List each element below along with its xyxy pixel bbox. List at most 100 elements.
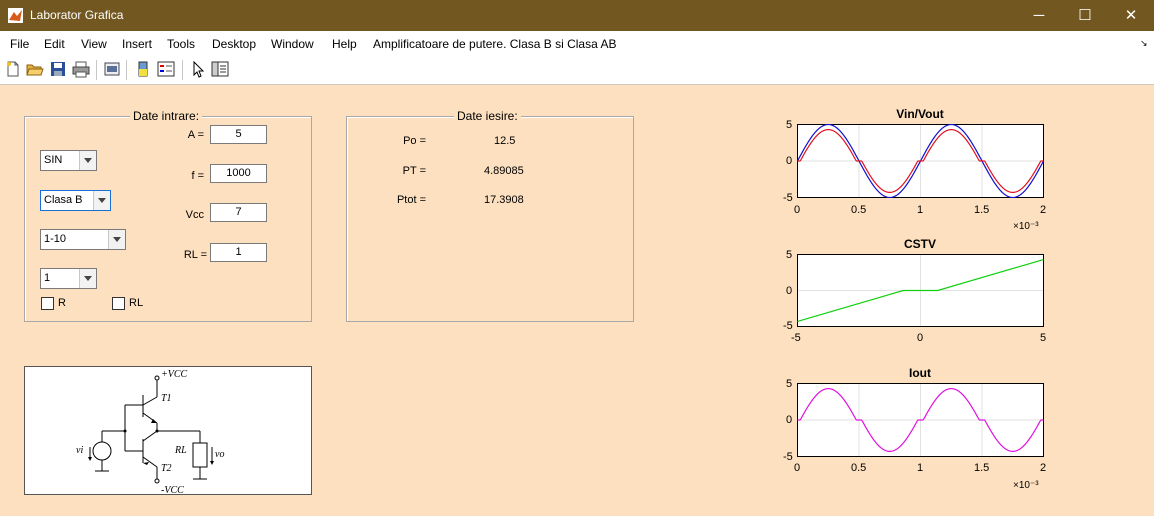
step-select[interactable]: 1 <box>40 268 97 289</box>
range-value: 1-10 <box>44 233 67 245</box>
vcc-label: Vcc <box>185 209 204 221</box>
plot2-title: CSTV <box>903 237 936 251</box>
menu-insert[interactable]: Insert <box>122 37 152 51</box>
frequency-field[interactable]: 1000 <box>210 164 267 183</box>
amplifier-class-select[interactable]: Clasa B <box>40 190 111 211</box>
plot1-ytick: 5 <box>786 119 793 131</box>
plot3-xtick: 1 <box>917 462 924 474</box>
ptot-label: Ptot = <box>396 194 426 206</box>
close-button[interactable]: ✕ <box>1108 0 1154 31</box>
menu-window[interactable]: Window <box>271 37 314 51</box>
menu-desktop[interactable]: Desktop <box>212 37 256 51</box>
plot2-ytick: 0 <box>786 285 793 297</box>
plot3-title: Iout <box>909 366 931 380</box>
plot1-xtick: 0 <box>794 204 801 216</box>
save-icon[interactable] <box>49 60 67 78</box>
minimize-button[interactable]: ─ <box>1016 0 1062 31</box>
plot3-xtick: 2 <box>1040 462 1047 474</box>
menu-help[interactable]: Help <box>332 37 357 51</box>
print-icon[interactable] <box>72 60 90 78</box>
rl-field[interactable]: 1 <box>210 243 267 262</box>
ptot-value: 17.3908 <box>484 194 524 206</box>
plot3-xtick: 0.5 <box>851 462 867 474</box>
vo-text: vo <box>215 449 224 460</box>
vee-text: -VCC <box>161 485 184 494</box>
plot3-ytick: 0 <box>786 414 793 426</box>
plot1-exponent: ×10⁻³ <box>1013 221 1039 232</box>
vcc-text: +VCC <box>161 369 188 380</box>
toolbar-separator <box>126 60 127 80</box>
plot1-xtick: 0.5 <box>851 204 867 216</box>
t2-text: T2 <box>161 463 172 474</box>
rl-checkbox-label: RL <box>129 297 144 309</box>
plot2-ytick: 5 <box>786 249 793 261</box>
chevron-down-icon <box>108 230 125 249</box>
plot1-xtick: 1 <box>917 204 924 216</box>
new-figure-icon[interactable] <box>4 60 22 78</box>
menu-edit[interactable]: Edit <box>44 37 65 51</box>
legend-icon[interactable] <box>157 60 175 78</box>
maximize-button[interactable]: ☐ <box>1062 0 1108 31</box>
range-select[interactable]: 1-10 <box>40 229 126 250</box>
rl-text: RL <box>174 445 187 456</box>
rl-checkbox[interactable] <box>112 297 125 310</box>
plot3-xtick: 0 <box>794 462 801 474</box>
amplitude-field[interactable]: 5 <box>210 125 267 144</box>
menu-tools[interactable]: Tools <box>167 37 195 51</box>
plot1-ytick: -5 <box>783 192 793 204</box>
circuit-diagram: +VCC T1 T2 RL vi vo -VCC <box>24 366 312 495</box>
plot3-xtick: 1.5 <box>974 462 990 474</box>
cstv-plot[interactable] <box>797 254 1044 327</box>
step-value: 1 <box>44 272 51 284</box>
t1-text: T1 <box>161 393 172 404</box>
matlab-icon <box>8 8 23 23</box>
plot1-ytick: 0 <box>786 155 793 167</box>
colorbar-icon[interactable] <box>134 60 152 78</box>
signal-type-value: SIN <box>44 154 63 166</box>
pt-label: PT = <box>402 165 426 177</box>
chevron-down-icon <box>79 269 96 288</box>
r-checkbox-label: R <box>58 297 66 309</box>
rl-label: RL = <box>183 249 207 261</box>
plot2-ytick: -5 <box>783 320 793 332</box>
dock-arrow-icon[interactable]: ↘ <box>1140 38 1148 49</box>
amplitude-label: A = <box>187 129 204 141</box>
chevron-down-icon <box>93 191 110 210</box>
title-bar: Laborator Grafica ─ ☐ ✕ <box>0 0 1154 31</box>
plot1-title: Vin/Vout <box>896 107 944 121</box>
input-panel-title: Date intrare: <box>130 109 203 123</box>
amplifier-class-value: Clasa B <box>44 194 83 206</box>
toolbar-separator <box>96 60 97 80</box>
plot2-xtick: 5 <box>1040 332 1047 344</box>
po-label: Po = <box>403 135 426 147</box>
plot3-ytick: 5 <box>786 378 793 390</box>
chevron-down-icon <box>79 151 96 170</box>
plot3-exponent: ×10⁻³ <box>1013 480 1039 491</box>
toolbar-separator <box>182 60 183 80</box>
frequency-label: f = <box>191 170 204 182</box>
plot1-xtick: 2 <box>1040 204 1047 216</box>
plot1-xtick: 1.5 <box>974 204 990 216</box>
menu-figure-name[interactable]: Amplificatoare de putere. Clasa B si Cla… <box>373 37 616 51</box>
toolbar <box>0 56 1154 85</box>
vin-vout-plot[interactable] <box>797 124 1044 198</box>
menu-bar: File Edit View Insert Tools Desktop Wind… <box>0 31 1154 56</box>
pointer-icon[interactable] <box>189 60 207 78</box>
pt-value: 4.89085 <box>484 165 524 177</box>
open-file-icon[interactable] <box>26 60 44 78</box>
vi-text: vi <box>76 445 83 456</box>
signal-type-select[interactable]: SIN <box>40 150 97 171</box>
menu-file[interactable]: File <box>10 37 29 51</box>
menu-view[interactable]: View <box>81 37 107 51</box>
r-checkbox[interactable] <box>41 297 54 310</box>
po-value: 12.5 <box>494 135 516 147</box>
vcc-field[interactable]: 7 <box>210 203 267 222</box>
iout-plot[interactable] <box>797 383 1044 457</box>
plot2-xtick: 0 <box>917 332 924 344</box>
plot3-ytick: -5 <box>783 451 793 463</box>
window-title: Laborator Grafica <box>30 8 124 22</box>
plot2-xtick: -5 <box>791 332 801 344</box>
link-plot-icon[interactable] <box>103 60 121 78</box>
output-panel-title: Date iesire: <box>454 109 521 123</box>
property-editor-icon[interactable] <box>211 60 229 78</box>
